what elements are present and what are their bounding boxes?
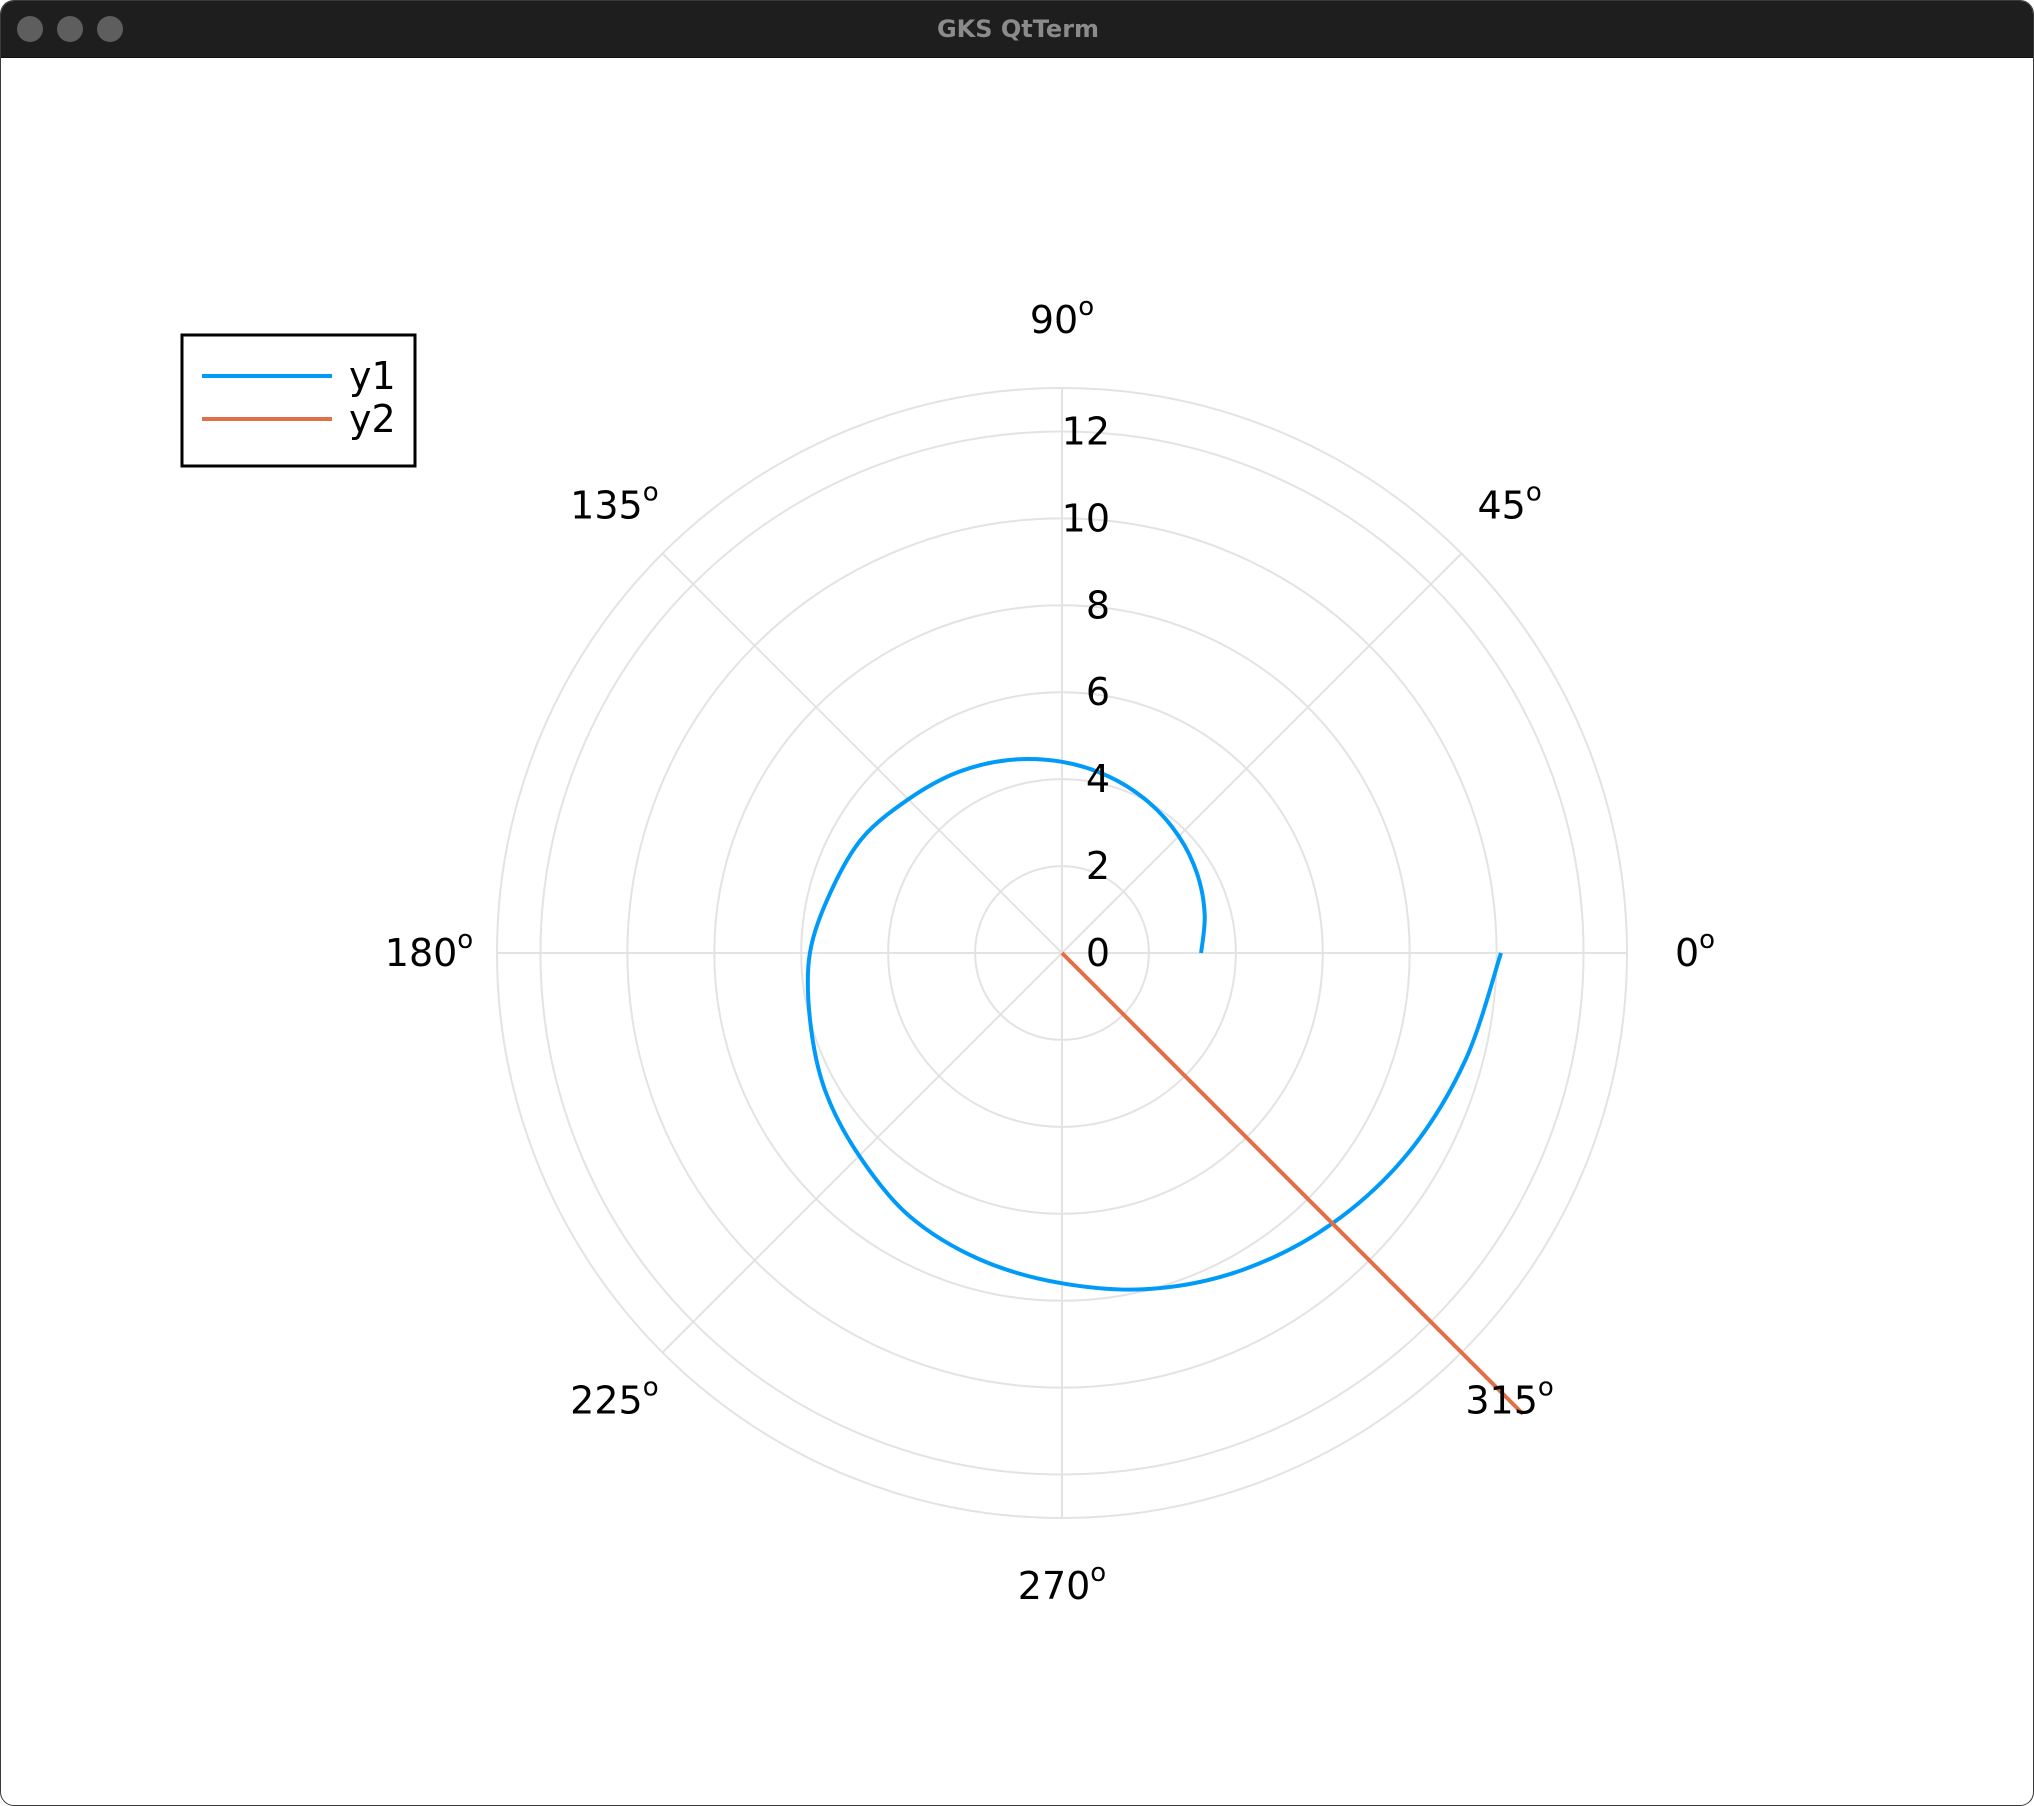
angle-tick-label: 225o bbox=[570, 1373, 658, 1423]
radial-tick-label: 6 bbox=[1086, 670, 1110, 714]
title-bar[interactable]: GKS QtTerm bbox=[1, 1, 2033, 58]
series-layer bbox=[805, 756, 1525, 1416]
radial-tick-label: 0 bbox=[1086, 931, 1110, 975]
angular-grid-line-1 bbox=[1061, 552, 1463, 954]
radial-tick-label: 10 bbox=[1062, 496, 1110, 540]
angle-tick-label: 180o bbox=[385, 925, 473, 975]
series-line-y1 bbox=[805, 756, 1503, 1292]
radial-tick-label: 2 bbox=[1086, 844, 1110, 888]
angle-tick-label: 135o bbox=[570, 477, 658, 527]
radial-tick-label: 8 bbox=[1086, 583, 1110, 627]
window-title: GKS QtTerm bbox=[936, 15, 1100, 43]
app-window: GKS QtTerm 0 2 4 6 8 10 12 0o 45o 90o 135o 180o 225o… bbox=[0, 0, 2034, 1806]
angle-tick-label: 315o bbox=[1465, 1373, 1553, 1423]
radial-tick-label: 12 bbox=[1062, 409, 1110, 453]
plot-area: 0 2 4 6 8 10 12 0o 45o 90o 135o 180o 225o 270o 315o y1… bbox=[1, 58, 2033, 1805]
labels: 0 2 4 6 8 10 12 0o 45o 90o 135o 180o 225o 270o 315o bbox=[385, 292, 1715, 1608]
radial-tick-label: 4 bbox=[1086, 757, 1110, 801]
angular-grid-line-5 bbox=[661, 952, 1063, 1354]
angle-tick-label: 0o bbox=[1675, 925, 1715, 975]
angle-tick-label: 45o bbox=[1477, 477, 1541, 527]
angle-tick-label: 270o bbox=[1018, 1558, 1106, 1608]
angular-grid-line-3 bbox=[661, 552, 1063, 954]
polar-chart: 0 2 4 6 8 10 12 0o 45o 90o 135o 180o 225o 270o 315o y1… bbox=[180, 292, 1715, 1608]
legend-label-y2: y2 bbox=[349, 397, 396, 441]
legend: y1y2 bbox=[180, 333, 417, 468]
legend-label-y1: y1 bbox=[349, 354, 396, 398]
angle-tick-label: 90o bbox=[1030, 292, 1094, 342]
series-line-y2 bbox=[1060, 951, 1525, 1416]
